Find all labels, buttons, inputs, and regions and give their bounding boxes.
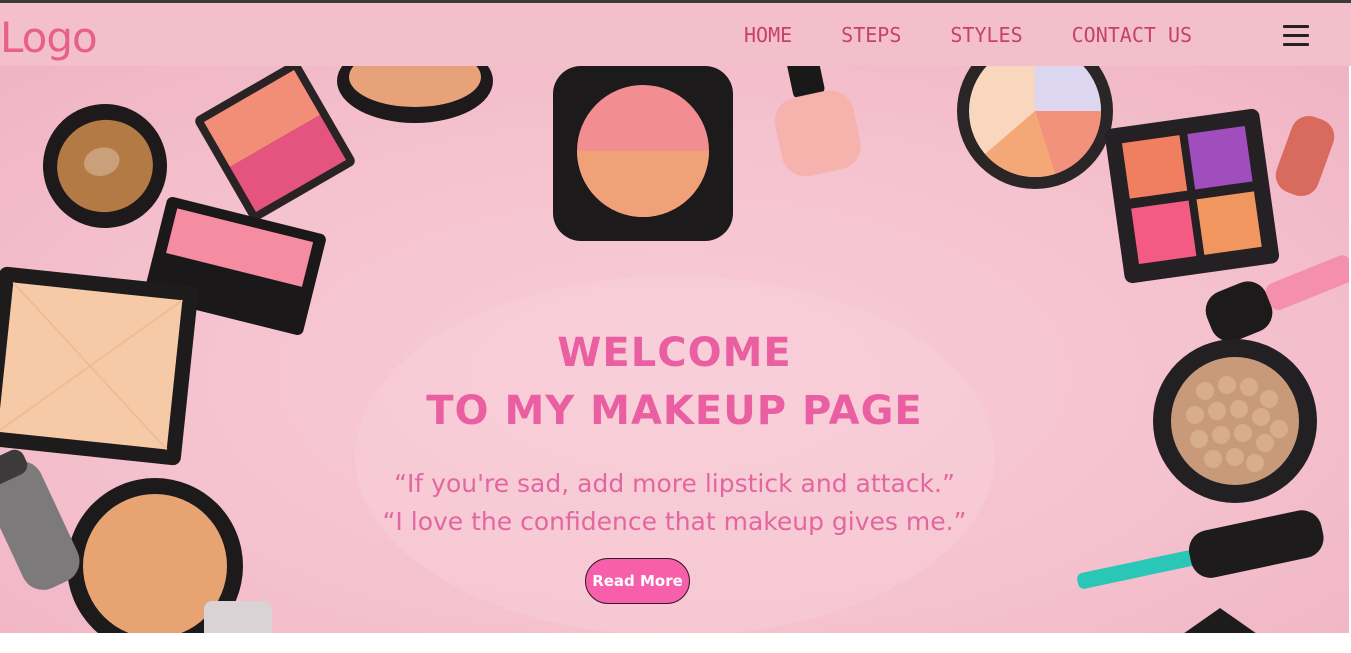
hero-quote-2: “I love the confidence that makeup gives…	[382, 507, 967, 536]
hero-quote-1: “If you're sad, add more lipstick and at…	[394, 469, 955, 498]
nav-link-contact-us[interactable]: CONTACT US	[1072, 23, 1192, 47]
nav-link-styles[interactable]: STYLES	[950, 23, 1022, 47]
navbar: Logo HOME STEPS STYLES CONTACT US	[0, 3, 1351, 66]
nav-link-home[interactable]: HOME	[744, 23, 792, 47]
hero-section: WELCOME TO MY MAKEUP PAGE “If you're sad…	[0, 66, 1349, 633]
hero-title-line2: TO MY MAKEUP PAGE	[426, 388, 923, 434]
hero-title: WELCOME TO MY MAKEUP PAGE	[0, 324, 1349, 440]
hamburger-menu-icon[interactable]	[1283, 25, 1309, 49]
hero-title-line1: WELCOME	[557, 330, 792, 376]
read-more-button[interactable]: Read More	[585, 558, 690, 604]
logo[interactable]: Logo	[0, 13, 98, 63]
nav-links: HOME STEPS STYLES CONTACT US	[744, 23, 1241, 47]
nav-link-steps[interactable]: STEPS	[841, 23, 901, 47]
